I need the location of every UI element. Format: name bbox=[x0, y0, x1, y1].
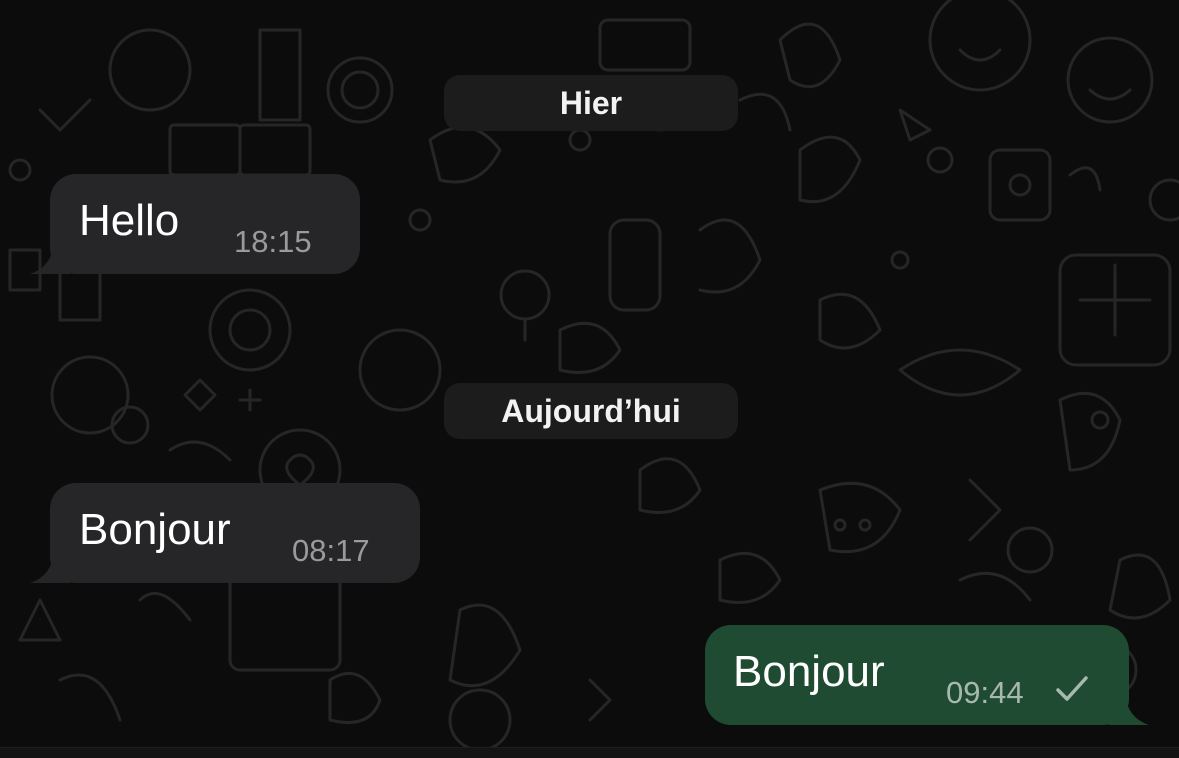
chat-view[interactable]: Hier Hello 18:15 Aujourd’hui Bonjour 08:… bbox=[0, 0, 1179, 758]
message-text: Bonjour bbox=[79, 505, 231, 554]
date-separator-yesterday: Hier bbox=[444, 75, 738, 131]
message-bubble-incoming[interactable]: Hello 18:15 bbox=[50, 174, 360, 274]
message-timestamp: 08:17 bbox=[292, 533, 370, 568]
message-bubble-outgoing[interactable]: Bonjour 09:44 bbox=[705, 625, 1129, 725]
message-text: Bonjour bbox=[733, 647, 885, 696]
message-text: Hello bbox=[79, 196, 180, 245]
message-bubble-incoming[interactable]: Bonjour 08:17 bbox=[50, 483, 420, 583]
single-check-icon bbox=[1056, 676, 1088, 701]
message-timestamp: 18:15 bbox=[234, 224, 312, 259]
message-timestamp: 09:44 bbox=[946, 675, 1024, 710]
bottom-edge bbox=[0, 747, 1179, 758]
date-separator-today: Aujourd’hui bbox=[444, 383, 738, 439]
